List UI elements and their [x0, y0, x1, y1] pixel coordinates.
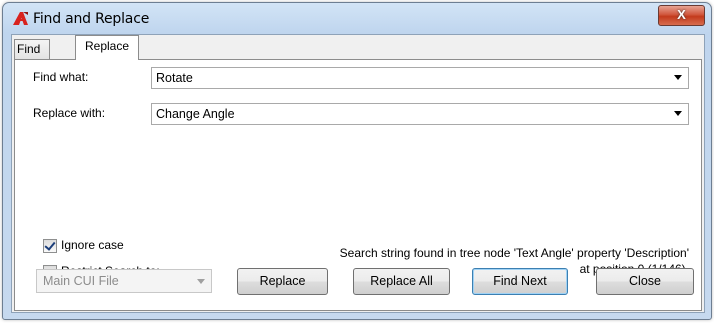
dialog-client-area: Find Replace Find what: Rotate Replace w… — [11, 34, 705, 313]
tab-replace[interactable]: Replace — [75, 35, 139, 60]
autocad-a-icon — [13, 12, 28, 25]
chevron-down-icon[interactable] — [674, 111, 682, 116]
chevron-down-icon — [197, 279, 205, 284]
close-icon: X — [677, 7, 686, 22]
replace-with-combobox[interactable]: Change Angle — [151, 103, 689, 125]
tab-find[interactable]: Find — [14, 39, 50, 60]
find-what-label: Find what: — [33, 70, 89, 84]
ignore-case-label: Ignore case — [61, 238, 124, 252]
find-replace-dialog: Find and Replace X Find Replace Find wha… — [2, 2, 712, 320]
find-what-value: Rotate — [156, 71, 193, 85]
close-window-button[interactable]: X — [658, 5, 705, 26]
ignore-case-checkbox[interactable] — [43, 239, 57, 253]
find-what-combobox[interactable]: Rotate — [151, 67, 689, 89]
title-bar[interactable]: Find and Replace X — [3, 3, 711, 33]
close-button[interactable]: Close — [596, 268, 694, 295]
replace-all-button[interactable]: Replace All — [353, 268, 450, 295]
find-next-button[interactable]: Find Next — [472, 268, 568, 295]
search-scope-value: Main CUI File — [43, 274, 119, 288]
search-scope-combobox: Main CUI File — [36, 269, 212, 293]
replace-with-label: Replace with: — [33, 106, 106, 120]
ignore-case-option[interactable]: Ignore case — [43, 238, 193, 254]
status-line-1: Search string found in tree node 'Text A… — [339, 246, 689, 260]
window-title: Find and Replace — [33, 11, 150, 27]
chevron-down-icon[interactable] — [674, 75, 682, 80]
replace-with-value: Change Angle — [156, 107, 235, 121]
replace-button[interactable]: Replace — [237, 268, 328, 295]
